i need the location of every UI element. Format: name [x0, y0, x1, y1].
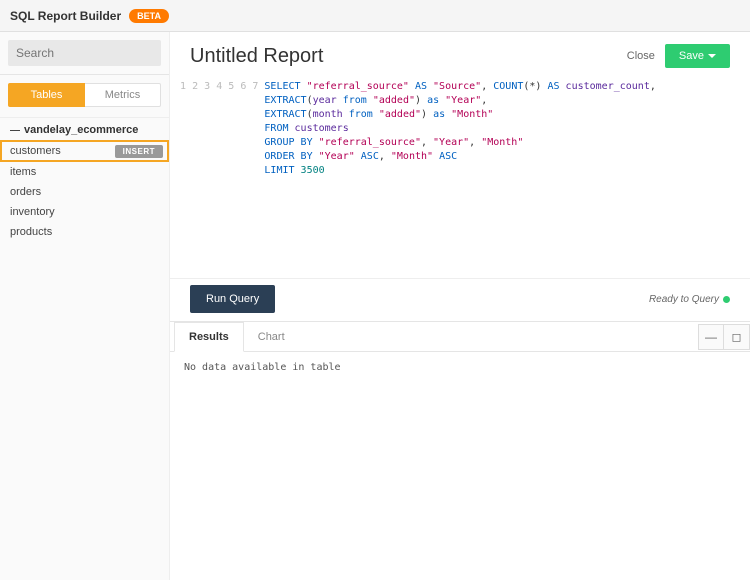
table-item-products[interactable]: products [0, 222, 169, 242]
results-header: Results Chart — ◻ [170, 321, 750, 352]
database-header[interactable]: — vandelay_ecommerce [0, 117, 169, 140]
search-input[interactable] [8, 40, 161, 66]
report-title[interactable]: Untitled Report [190, 45, 323, 68]
status-text: Ready to Query [649, 294, 719, 305]
run-query-button[interactable]: Run Query [190, 285, 275, 313]
tab-results[interactable]: Results [174, 322, 244, 352]
collapse-icon: — [10, 125, 20, 136]
results-empty-text: No data available in table [184, 362, 341, 373]
beta-badge: BETA [129, 9, 169, 23]
close-button[interactable]: Close [627, 50, 655, 62]
maximize-button[interactable]: ◻ [724, 324, 750, 350]
status-dot-icon [723, 296, 730, 303]
tab-metrics[interactable]: Metrics [85, 83, 161, 107]
table-item-inventory[interactable]: inventory [0, 202, 169, 222]
minimize-icon: — [705, 330, 717, 344]
maximize-icon: ◻ [732, 330, 742, 344]
sidebar-tabs: Tables Metrics [0, 79, 169, 117]
chevron-down-icon [708, 54, 716, 58]
save-label: Save [679, 50, 704, 62]
table-item-items[interactable]: items [0, 162, 169, 182]
table-label: customers [10, 145, 61, 157]
insert-button[interactable]: INSERT [115, 145, 163, 158]
top-bar: SQL Report Builder BETA [0, 0, 750, 32]
table-item-orders[interactable]: orders [0, 182, 169, 202]
minimize-button[interactable]: — [698, 324, 724, 350]
save-button[interactable]: Save [665, 44, 730, 68]
database-name: vandelay_ecommerce [24, 124, 138, 136]
sql-editor[interactable]: 1 2 3 4 5 6 7 SELECT "referral_source" A… [170, 76, 750, 278]
main-panel: Untitled Report Close Save 1 2 3 4 5 6 7… [170, 32, 750, 580]
tab-chart[interactable]: Chart [244, 323, 299, 351]
sql-code[interactable]: SELECT "referral_source" AS "Source", CO… [264, 80, 655, 178]
results-body: No data available in table [170, 352, 750, 383]
tab-tables[interactable]: Tables [8, 83, 85, 107]
table-item-customers[interactable]: customers INSERT [0, 140, 169, 162]
app-title: SQL Report Builder [10, 9, 121, 23]
table-list: customers INSERT items orders inventory … [0, 140, 169, 242]
sidebar: Tables Metrics — vandelay_ecommerce cust… [0, 32, 170, 580]
line-gutter: 1 2 3 4 5 6 7 [170, 80, 264, 178]
query-status: Ready to Query [649, 294, 730, 305]
